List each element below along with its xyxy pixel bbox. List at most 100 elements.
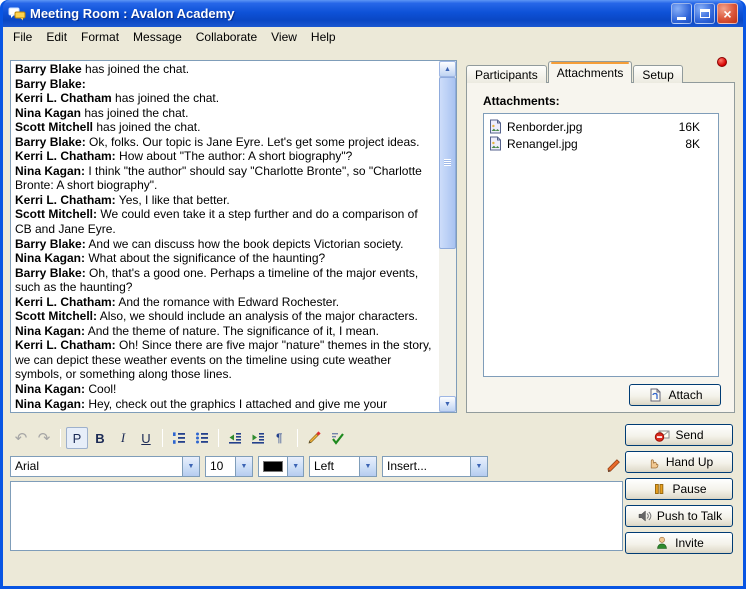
chevron-down-icon[interactable]: ▼ (235, 457, 252, 476)
minimize-icon (677, 17, 686, 20)
menu-help[interactable]: Help (304, 28, 343, 46)
titlebar[interactable]: Meeting Room : Avalon Academy × (3, 0, 743, 27)
menu-file[interactable]: File (6, 28, 39, 46)
client-area: Barry Blake has joined the chat. Barry Bl… (3, 47, 743, 586)
formatting-toolbar: ↶ ↷ P B I U ¶ (10, 425, 623, 451)
chat-message: Kerri L. Chatham: Oh! Since there are fi… (15, 338, 435, 382)
attachments-heading: Attachments: (483, 94, 560, 108)
redo-button[interactable]: ↷ (33, 427, 55, 449)
menubar: File Edit Format Message Collaborate Vie… (3, 27, 743, 47)
alignment-select[interactable]: Left ▼ (309, 456, 377, 477)
font-color-select[interactable]: ▼ (258, 456, 304, 477)
menu-collaborate[interactable]: Collaborate (189, 28, 264, 46)
attachment-list[interactable]: Renborder.jpg 16K Renangel.jpg 8K (483, 113, 719, 377)
underline-button[interactable]: U (135, 427, 157, 449)
push-to-talk-button[interactable]: Push to Talk (625, 505, 733, 527)
insert-select[interactable]: Insert... ▼ (382, 456, 488, 477)
menu-edit[interactable]: Edit (39, 28, 74, 46)
hand-up-button[interactable]: Hand Up (625, 451, 733, 473)
scrollbar-thumb[interactable] (439, 77, 456, 249)
scrollbar-track[interactable] (439, 77, 456, 396)
chevron-down-icon[interactable]: ▼ (359, 457, 376, 476)
attachment-name: Renangel.jpg (507, 137, 660, 151)
tab-attachments[interactable]: Attachments (548, 61, 633, 83)
italic-button[interactable]: I (112, 427, 134, 449)
chat-log[interactable]: Barry Blake has joined the chat. Barry Bl… (10, 60, 457, 413)
maximize-button[interactable] (694, 3, 715, 24)
action-buttons: Send Hand Up Pause Push to Talk (625, 424, 733, 554)
font-size-select[interactable]: 10 ▼ (205, 456, 253, 477)
bold-button[interactable]: B (89, 427, 111, 449)
attachment-row[interactable]: Renangel.jpg 8K (484, 135, 718, 152)
text-direction-button[interactable]: ¶ (270, 427, 292, 449)
chevron-down-icon[interactable]: ▼ (182, 457, 199, 476)
paragraph-button[interactable]: P (66, 427, 88, 449)
highlight-button[interactable] (303, 427, 325, 449)
decrease-indent-button[interactable] (224, 427, 246, 449)
close-button[interactable]: × (717, 3, 738, 24)
redo-icon: ↷ (38, 429, 51, 447)
invite-label: Invite (675, 536, 704, 550)
image-file-icon (488, 136, 503, 151)
chat-message: Scott Mitchell: Also, we should include … (15, 309, 435, 324)
tab-label: Participants (475, 68, 538, 82)
chat-message: Nina Kagan: I think "the author" should … (15, 164, 435, 193)
pause-label: Pause (672, 482, 706, 496)
font-controls-row: Arial ▼ 10 ▼ ▼ Left ▼ Insert... ▼ (10, 455, 623, 477)
window-icon (8, 6, 26, 22)
numbered-list-button[interactable] (168, 427, 190, 449)
chevron-down-icon[interactable]: ▼ (470, 457, 487, 476)
chat-message: Barry Blake: And we can discuss how the … (15, 237, 435, 252)
attachment-row[interactable]: Renborder.jpg 16K (484, 118, 718, 135)
message-input[interactable] (10, 481, 623, 551)
chat-message: Scott Mitchell: We could even take it a … (15, 207, 435, 236)
tab-setup[interactable]: Setup (633, 65, 682, 83)
send-label: Send (675, 428, 703, 442)
hand-up-icon (645, 454, 661, 470)
send-button[interactable]: Send (625, 424, 733, 446)
meeting-room-window: Meeting Room : Avalon Academy × File Edi… (0, 0, 746, 589)
chat-scrollbar[interactable]: ▲ ▼ (439, 61, 456, 412)
image-file-icon (488, 119, 503, 134)
panel-tabs: Participants Attachments Setup (466, 61, 684, 83)
menu-message[interactable]: Message (126, 28, 189, 46)
bulleted-list-button[interactable] (191, 427, 213, 449)
scroll-down-button[interactable]: ▼ (439, 396, 456, 412)
chat-message: Scott Mitchell has joined the chat. (15, 120, 435, 135)
increase-indent-button[interactable] (247, 427, 269, 449)
edit-pencil-icon[interactable] (605, 457, 623, 475)
alignment-value: Left (310, 457, 359, 476)
send-icon (654, 427, 670, 443)
font-family-select[interactable]: Arial ▼ (10, 456, 200, 477)
chat-message: Kerri L. Chatham has joined the chat. (15, 91, 435, 106)
tab-participants[interactable]: Participants (466, 65, 547, 83)
chat-message: Barry Blake has joined the chat. (15, 62, 435, 77)
scroll-up-button[interactable]: ▲ (439, 61, 456, 77)
pause-button[interactable]: Pause (625, 478, 733, 500)
chat-message: Kerri L. Chatham: How about "The author:… (15, 149, 435, 164)
hand-up-label: Hand Up (666, 455, 713, 469)
scroll-down-icon: ▼ (444, 401, 451, 408)
attachments-panel: Attachments: Renborder.jpg 16K Renangel.… (466, 82, 735, 413)
spell-check-button[interactable] (326, 427, 348, 449)
attach-button[interactable]: Attach (629, 384, 721, 406)
push-to-talk-icon (636, 508, 652, 524)
toolbar-separator (297, 429, 298, 447)
chat-message: Kerri L. Chatham: And the romance with E… (15, 295, 435, 310)
pause-icon (651, 481, 667, 497)
undo-button[interactable]: ↶ (10, 427, 32, 449)
menu-view[interactable]: View (264, 28, 304, 46)
minimize-button[interactable] (671, 3, 692, 24)
scroll-up-icon: ▲ (444, 66, 451, 73)
invite-button[interactable]: Invite (625, 532, 733, 554)
menu-format[interactable]: Format (74, 28, 126, 46)
chat-message: Barry Blake: Ok, folks. Our topic is Jan… (15, 135, 435, 150)
tab-label: Setup (642, 68, 673, 82)
close-icon: × (723, 7, 731, 21)
chat-message: Nina Kagan: And the theme of nature. The… (15, 324, 435, 339)
attach-icon (647, 387, 663, 403)
chevron-down-icon[interactable]: ▼ (287, 457, 303, 476)
chat-message: Nina Kagan: Cool! (15, 382, 435, 397)
push-to-talk-label: Push to Talk (657, 509, 722, 523)
chat-message: Barry Blake: Oh, that's a good one. Perh… (15, 266, 435, 295)
